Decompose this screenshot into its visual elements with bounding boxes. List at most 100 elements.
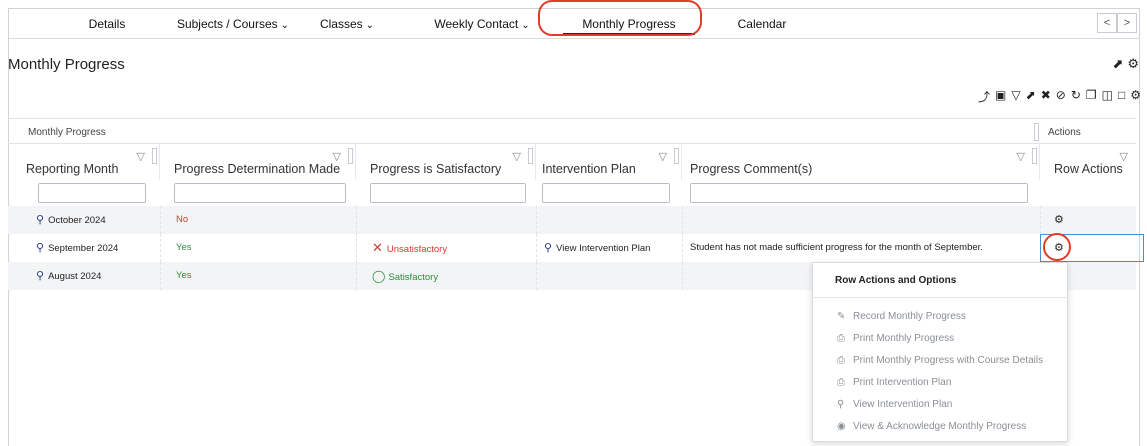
filter-input-progress-determination[interactable] [174,183,346,203]
column-header-progress-determination[interactable]: Progress Determination Made ▽ [160,144,356,180]
header-icons: ⬈⚙ [1112,56,1143,72]
expand-icon[interactable]: ⬈ [1026,88,1036,106]
menu-divider [813,297,1067,298]
print-icon: ⎙ [837,355,845,366]
column-divider [682,234,683,262]
filter-input-progress-satisfactory[interactable] [370,183,526,203]
column-menu-handle[interactable] [152,148,157,164]
cell-satisfactory: ◯ Satisfactory [372,262,438,290]
magic-wand-icon[interactable]: ⊘ [1056,88,1066,106]
tab-subjects-courses[interactable]: Subjects / Courses ⌄ [167,9,299,39]
check-circle-icon: ◯ [372,269,386,283]
table-row[interactable]: ⚲ October 2024 No ⚙ [8,206,1136,234]
tab-label: Monthly Progress [582,17,676,31]
menu-item-label: Print Monthly Progress [853,333,955,344]
share-icon[interactable]: ⤴ [978,88,990,106]
tab-label: Classes [319,17,363,31]
filter-icon[interactable]: ▽ [659,150,667,163]
cell-intervention-plan[interactable]: ⚲ View Intervention Plan [544,234,650,262]
column-divider [160,234,161,262]
cell-reporting-month[interactable]: ⚲ September 2024 [36,234,118,262]
menu-item-label: Print Intervention Plan [853,377,952,388]
filter-input-intervention-plan[interactable] [542,183,670,203]
gear-icon[interactable]: ⚙ [1130,88,1141,106]
month-text: September 2024 [48,243,119,254]
menu-item-label: Record Monthly Progress [853,311,966,322]
eye-icon: ◉ [837,421,846,432]
row-actions-gear-icon[interactable]: ⚙ [1054,241,1064,254]
search-icon[interactable]: ⚲ [544,242,552,254]
column-label: Progress Comment(s) [690,162,813,176]
group-header-row: Monthly Progress Actions [8,118,1136,144]
tab-label: Subjects / Courses [176,17,278,31]
tab-calendar[interactable]: Calendar [717,9,807,39]
print-icon: ⎙ [837,377,845,388]
menu-item-view-intervention-plan[interactable]: ⚲ View Intervention Plan [837,399,952,410]
column-header-row-actions[interactable]: Row Actions ▽ [1040,144,1136,180]
columns-icon[interactable]: ◫ [1102,88,1113,106]
column-resize-handle[interactable] [1034,123,1039,141]
search-icon[interactable]: ⚲ [36,242,44,254]
tab-weekly-contact[interactable]: Weekly Contact ⌄ [421,9,543,39]
cell-reporting-month[interactable]: ⚲ August 2024 [36,262,101,290]
copy-icon[interactable]: ❐ [1086,88,1097,106]
satisfactory-text: Satisfactory [388,272,439,283]
column-divider [160,206,161,234]
chevron-down-icon: ⌄ [365,20,375,31]
tab-label: Weekly Contact [434,17,519,31]
refresh-icon[interactable]: ↻ [1071,88,1081,106]
search-icon[interactable]: ⚲ [36,214,44,226]
expand-icon[interactable]: ⬈ [1112,56,1127,71]
row-actions-gear-icon[interactable]: ⚙ [1054,213,1064,226]
search-icon[interactable]: ⚲ [36,270,44,282]
filter-icon[interactable]: ▽ [1120,150,1128,163]
menu-item-record-monthly-progress[interactable]: ✎ Record Monthly Progress [837,311,966,322]
menu-item-view-acknowledge[interactable]: ◉ View & Acknowledge Monthly Progress [837,421,1026,432]
filter-row [8,180,1136,208]
column-divider [356,234,357,262]
column-menu-handle[interactable] [1032,148,1037,164]
menu-item-print-intervention-plan[interactable]: ⎙ Print Intervention Plan [837,377,951,388]
menu-item-print-monthly-progress[interactable]: ⎙ Print Monthly Progress [837,333,954,344]
column-menu-handle[interactable] [528,148,533,164]
grid-toolbar: ⤴ ▣ ▽ ⬈ ✖ ⊘ ↻ ❐ ◫ □ ⚙ [978,88,1141,106]
cell-reporting-month[interactable]: ⚲ October 2024 [36,206,106,234]
filter-icon[interactable]: ▽ [1017,150,1025,163]
tab-details[interactable]: Details [59,9,155,39]
x-icon: ✕ [372,240,383,255]
nav-prev-button[interactable]: < [1097,13,1117,33]
cell-determination: Yes [176,242,192,253]
column-header-progress-comments[interactable]: Progress Comment(s) ▽ [682,144,1040,180]
filter-icon[interactable]: ▽ [513,150,521,163]
filter-input-progress-comments[interactable] [690,183,1028,203]
column-header-reporting-month[interactable]: Reporting Month ▽ [26,144,160,180]
column-divider [682,206,683,234]
column-label: Reporting Month [26,162,119,176]
column-divider [356,206,357,234]
column-divider [536,262,537,290]
table-row[interactable]: ⚲ September 2024 Yes ✕ Unsatisfactory ⚲ Vie… [8,234,1144,262]
export-icon[interactable]: □ [1118,88,1125,106]
column-menu-handle[interactable] [674,148,679,164]
chevron-down-icon: ⌄ [280,20,290,31]
column-header-progress-satisfactory[interactable]: Progress is Satisfactory ▽ [356,144,536,180]
view-intervention-plan-link[interactable]: View Intervention Plan [556,243,650,254]
tab-monthly-progress[interactable]: Monthly Progress [555,9,703,39]
filter-icon[interactable]: ▽ [333,150,341,163]
gear-icon[interactable]: ⚙ [1127,56,1143,71]
nav-next-button[interactable]: > [1117,13,1137,33]
menu-item-label: Print Monthly Progress with Course Detai… [853,355,1044,366]
tools-icon[interactable]: ✖ [1041,88,1051,106]
menu-item-print-with-course-details[interactable]: ⎙ Print Monthly Progress with Course Deta… [837,355,1043,366]
filter-icon[interactable]: ▽ [137,150,145,163]
filter-list-icon[interactable]: ▽ [1011,88,1020,106]
tab-classes[interactable]: Classes ⌄ [317,9,377,39]
column-label: Intervention Plan [542,162,636,176]
month-text: August 2024 [48,271,102,282]
save-icon[interactable]: ▣ [995,88,1006,106]
column-header-intervention-plan[interactable]: Intervention Plan ▽ [536,144,682,180]
cell-determination: Yes [176,270,192,281]
filter-input-reporting-month[interactable] [38,183,146,203]
column-menu-handle[interactable] [348,148,353,164]
tab-label: Calendar [737,17,787,31]
